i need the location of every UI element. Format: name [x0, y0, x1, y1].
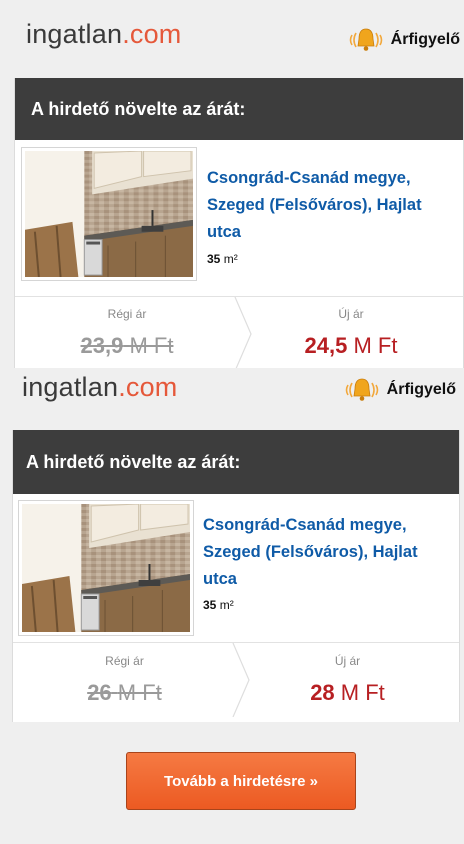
new-price-label: Új ár: [334, 654, 361, 668]
new-price: 28 M Ft: [310, 680, 385, 705]
price-watch-label: Árfigyelő: [390, 31, 460, 48]
site-logo[interactable]: ingatlan.com: [22, 372, 178, 403]
old-price: 23,9 M Ft: [80, 333, 174, 358]
cta-area: Tovább a hirdetésre »: [0, 722, 464, 844]
price-comparison: Régi ár 26 M Ft Új ár 28 M Ft: [13, 643, 459, 717]
old-price-column: Régi ár 26 M Ft: [13, 643, 236, 717]
notice-card: A hirdető növelte az árát: Csongrád-Csan…: [12, 430, 460, 722]
listing-summary[interactable]: Csongrád-Csanád megye, Szeged (Felsőváro…: [15, 140, 463, 297]
listing-area: 35 m²: [207, 252, 238, 266]
new-price-column: Új ár 24,5 M Ft: [239, 297, 463, 368]
old-price: 26 M Ft: [87, 680, 162, 705]
price-watch-label: Árfigyelő: [386, 381, 456, 398]
bell-icon: [342, 377, 382, 403]
listing-photo[interactable]: [21, 147, 197, 281]
notice-heading: A hirdető növelte az árát:: [15, 78, 463, 140]
new-price-label: Új ár: [338, 307, 364, 321]
notice-card: A hirdető növelte az árát: Csongrád-Csan…: [14, 78, 464, 368]
listing-address[interactable]: Csongrád-Csanád megye, Szeged (Felsőváro…: [203, 512, 441, 593]
price-watch-link[interactable]: Árfigyelő: [346, 27, 460, 53]
site-logo[interactable]: ingatlan.com: [26, 19, 182, 50]
listing-address[interactable]: Csongrád-Csanád megye, Szeged (Felsőváro…: [207, 165, 445, 246]
price-notice-panel: ingatlan.com Árfigyelő A hirdető növelte…: [0, 368, 464, 844]
listing-photo[interactable]: [18, 500, 194, 636]
listing-area: 35 m²: [203, 598, 234, 612]
old-price-label: Régi ár: [105, 654, 144, 668]
listing-summary[interactable]: Csongrád-Csanád megye, Szeged (Felsőváro…: [13, 494, 459, 643]
price-notice-panel: ingatlan.com Árfigyelő A hirdető növelte…: [0, 0, 464, 368]
top-bar: ingatlan.com Árfigyelő: [0, 368, 464, 430]
go-to-listing-button[interactable]: Tovább a hirdetésre »: [126, 752, 356, 810]
new-price-column: Új ár 28 M Ft: [236, 643, 459, 717]
old-price-label: Régi ár: [107, 307, 147, 321]
notice-heading: A hirdető növelte az árát:: [13, 430, 459, 494]
bell-icon: [346, 27, 386, 53]
price-watch-link[interactable]: Árfigyelő: [342, 377, 456, 403]
price-comparison: Régi ár 23,9 M Ft Új ár 24,5 M Ft: [15, 297, 463, 368]
top-bar: ingatlan.com Árfigyelő: [0, 0, 464, 78]
new-price: 24,5 M Ft: [304, 333, 398, 358]
old-price-column: Régi ár 23,9 M Ft: [15, 297, 239, 368]
